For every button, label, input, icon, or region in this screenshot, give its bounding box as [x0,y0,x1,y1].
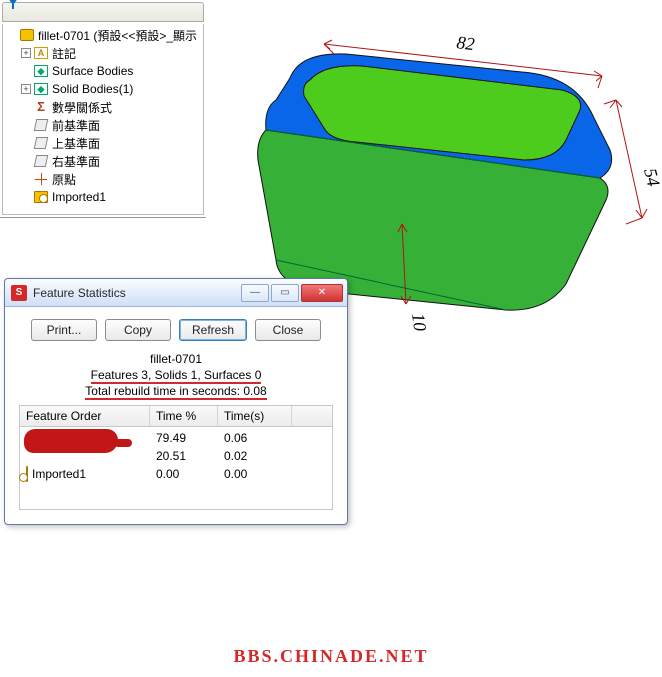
tree-item-label: 原點 [52,171,76,188]
dim-width: 54 [640,166,662,188]
folder-a-icon: A [33,46,49,60]
info-summary: Features 3, Solids 1, Surfaces 0 [91,368,262,384]
plane-icon [33,136,49,150]
tree-item-annotations[interactable]: + A 註記 [7,44,199,62]
minimize-button[interactable]: — [241,284,269,302]
feature-statistics-dialog: S Feature Statistics — ▭ ✕ Print... Copy… [4,278,348,525]
dialog-titlebar[interactable]: S Feature Statistics — ▭ ✕ [5,279,347,307]
tree-item-surface-bodies[interactable]: ◆ Surface Bodies [7,62,199,80]
col-spacer [292,406,332,426]
tree-item-label: Solid Bodies(1) [52,82,133,96]
part-icon [19,28,35,42]
table-row[interactable]: Imported1 0.00 0.00 [20,465,332,483]
plane-icon [33,118,49,132]
imported-icon [26,467,28,481]
folder-s-icon: ◆ [33,64,49,78]
app-icon: S [11,285,27,301]
tree-item-label: 上基準面 [52,135,100,152]
dialog-button-row: Print... Copy Refresh Close [19,319,333,341]
stats-table: Feature Order Time % Time(s) 79.49 0.06 … [19,405,333,510]
cell-pct: 20.51 [150,449,218,463]
redacted-marker [24,429,118,453]
folder-s-icon: ◆ [33,82,49,96]
info-part-name: fillet-0701 [19,351,333,367]
filter-icon[interactable] [7,5,19,19]
origin-icon [33,172,49,186]
cell-name: Imported1 [32,467,86,481]
expand-icon[interactable]: + [21,48,31,58]
dim-length: 82 [456,32,476,54]
stats-header[interactable]: Feature Order Time % Time(s) [20,406,332,427]
tree-item-imported1[interactable]: Imported1 [7,188,199,206]
tree-item-label: 右基準面 [52,153,100,170]
print-button[interactable]: Print... [31,319,97,341]
copy-button[interactable]: Copy [105,319,171,341]
col-time-pct[interactable]: Time % [150,406,218,426]
tree-item-equations[interactable]: Σ 數學關係式 [7,98,199,116]
watermark-text: BBS.CHINADE.NET [0,646,662,667]
tree-item-solid-bodies[interactable]: + ◆ Solid Bodies(1) [7,80,199,98]
tree-root-label: fillet-0701 (預設<<預設>_顯示 [38,27,197,44]
expand-icon[interactable]: + [21,84,31,94]
dialog-info: fillet-0701 Features 3, Solids 1, Surfac… [19,351,333,399]
close-button[interactable]: Close [255,319,321,341]
cell-pct: 0.00 [150,467,218,481]
col-time-s[interactable]: Time(s) [218,406,292,426]
col-feature-order[interactable]: Feature Order [20,406,150,426]
maximize-button[interactable]: ▭ [271,284,299,302]
tree-item-front-plane[interactable]: 前基準面 [7,116,199,134]
tree-item-label: 前基準面 [52,117,100,134]
tree-body: fillet-0701 (預設<<預設>_顯示 + A 註記 ◆ Surface… [2,24,204,215]
tree-toolbar [2,2,204,22]
sigma-icon: Σ [33,100,49,114]
cell-pct: 79.49 [150,431,218,445]
window-close-button[interactable]: ✕ [301,284,343,302]
imported-icon [33,190,49,204]
plane-icon [33,154,49,168]
tree-item-top-plane[interactable]: 上基準面 [7,134,199,152]
tree-item-right-plane[interactable]: 右基準面 [7,152,199,170]
tree-item-label: 註記 [52,45,76,62]
dialog-title: Feature Statistics [33,286,241,300]
dim-height: 10 [408,312,430,333]
tree-item-label: 數學關係式 [52,99,112,116]
refresh-button[interactable]: Refresh [179,319,247,341]
cell-secs: 0.02 [218,449,292,463]
tree-item-label: Imported1 [52,190,106,204]
tree-root[interactable]: fillet-0701 (預設<<預設>_顯示 [7,26,199,44]
tree-item-origin[interactable]: 原點 [7,170,199,188]
tree-item-label: Surface Bodies [52,64,133,78]
info-rebuild-time: Total rebuild time in seconds: 0.08 [85,384,266,400]
cell-secs: 0.06 [218,431,292,445]
cell-secs: 0.00 [218,467,292,481]
feature-tree-panel: fillet-0701 (預設<<預設>_顯示 + A 註記 ◆ Surface… [0,0,206,218]
